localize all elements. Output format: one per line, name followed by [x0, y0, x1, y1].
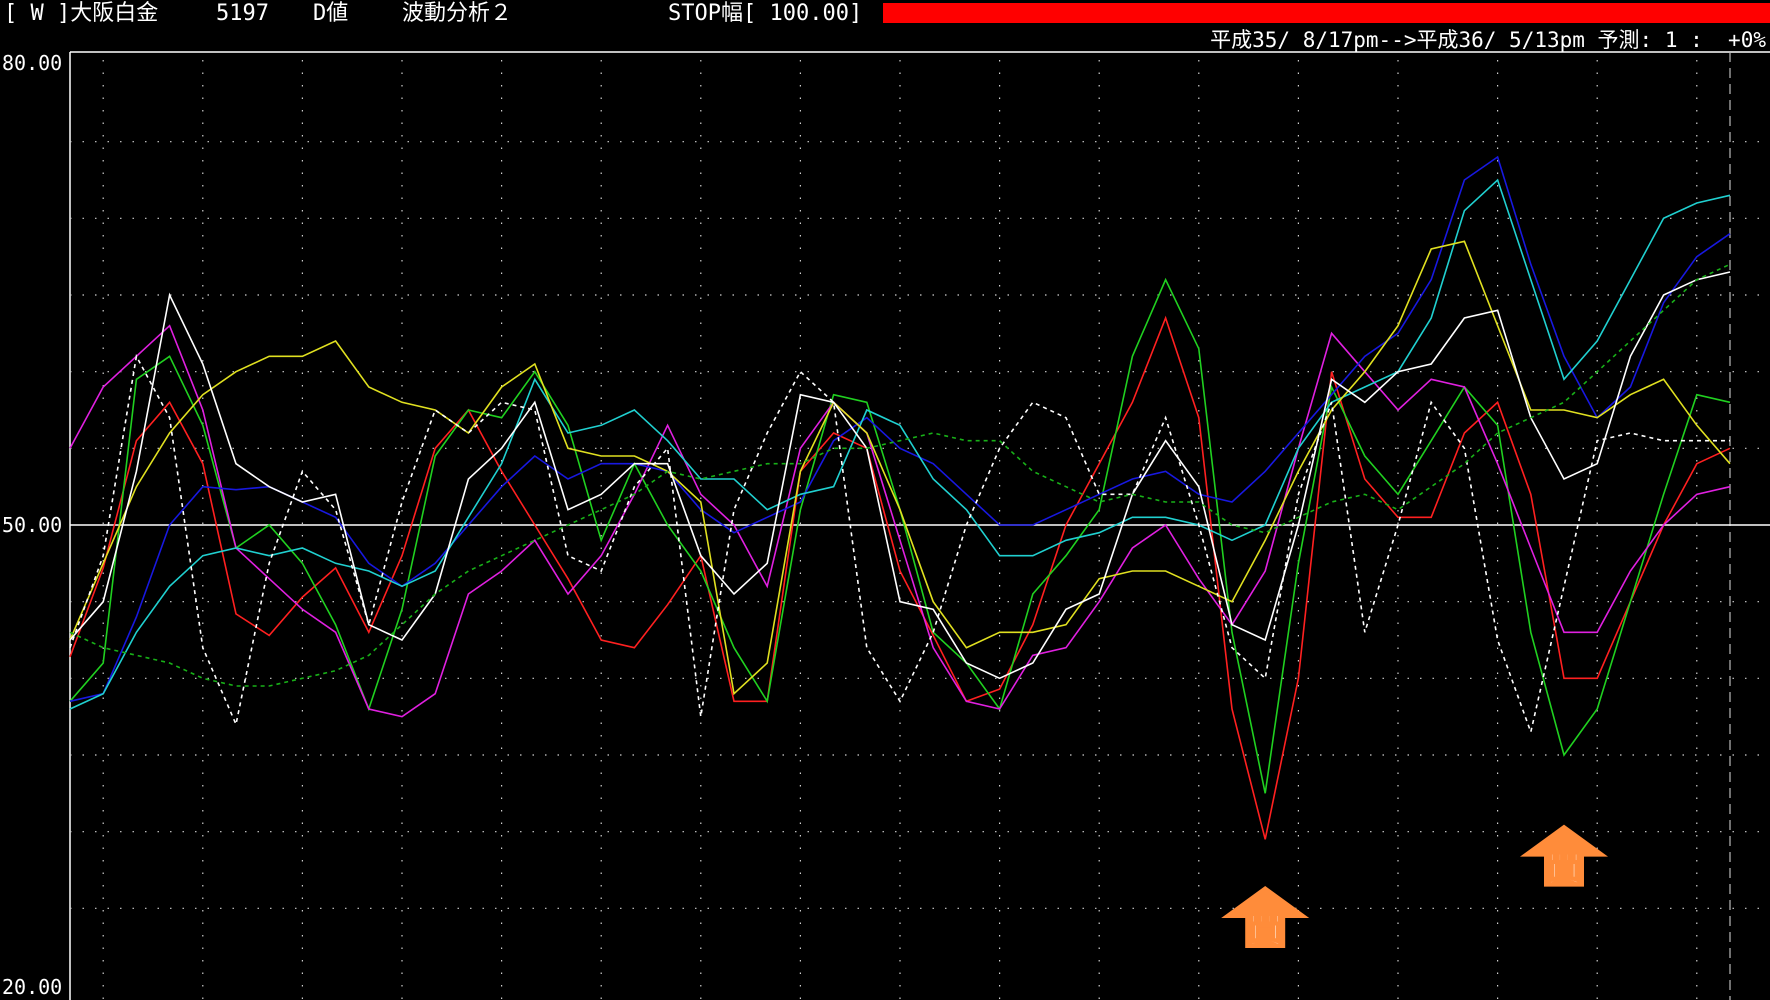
series-line-3: [69, 155, 1731, 703]
series-line-2: [69, 324, 1731, 718]
buy-marker-label: 買: [1547, 850, 1581, 890]
buy-marker-1: 買: [1520, 824, 1608, 890]
series-line-7: [69, 353, 1730, 735]
series-line-6: [69, 271, 1731, 680]
buy-marker-label: 買: [1248, 911, 1282, 951]
series-line-4: [69, 178, 1731, 710]
wave-analysis-chart: 買買: [69, 51, 1770, 1000]
buy-marker-0: 買: [1221, 886, 1310, 952]
series-line-5: [69, 240, 1731, 696]
